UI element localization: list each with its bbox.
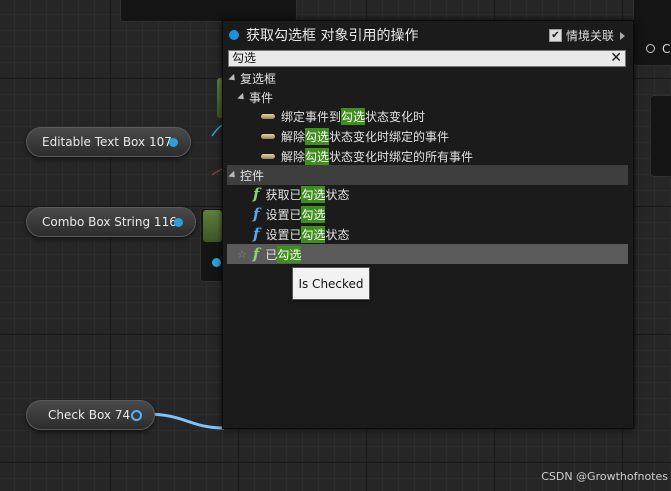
list-item-get-checked-state[interactable]: f 获取已 勾选 状态 xyxy=(253,184,350,204)
expand-arrow-icon[interactable] xyxy=(620,31,625,40)
tooltip: Is Checked xyxy=(292,267,370,300)
collapse-arrow-icon[interactable] xyxy=(237,92,247,102)
output-pin[interactable] xyxy=(131,410,142,421)
node-editable-text-box[interactable]: Editable Text Box 107 xyxy=(26,127,191,157)
event-icon xyxy=(261,133,275,139)
node-check-box-label: Check Box 74 xyxy=(48,408,131,422)
list-item-unbind-event[interactable]: 解除 勾选 状态变化时绑定的事件 xyxy=(261,126,449,146)
function-icon: f xyxy=(252,245,260,263)
output-pin[interactable] xyxy=(169,138,178,147)
list-item-bind-event[interactable]: 绑定事件到 勾选 状态变化时 xyxy=(261,106,425,126)
context-sensitive-checkbox[interactable]: ✔ xyxy=(548,29,562,42)
list-item-is-checked[interactable]: ☆ f 已勾选 xyxy=(227,244,628,264)
function-icon: f xyxy=(253,225,260,243)
context-action-menu: 获取勾选框 对象引用的操作 ✔ 情境关联 勾选 ✕ 复选框 事件 绑定事件到 勾选… xyxy=(222,20,634,429)
tree-subcategory-event[interactable]: 事件 xyxy=(237,87,274,107)
list-item-set-checked-state[interactable]: f 设置已 勾选 状态 xyxy=(253,224,350,244)
node-editable-text-box-label: Editable Text Box 107 xyxy=(42,135,172,149)
function-icon: f xyxy=(253,185,260,203)
subcategory-label: 事件 xyxy=(249,90,274,105)
node-combo-box-string[interactable]: Combo Box String 116 xyxy=(26,207,196,237)
list-item-set-is-checked[interactable]: f 设置已 勾选 xyxy=(253,204,326,224)
context-sensitive-label: 情境关联 xyxy=(565,29,614,43)
clear-search-icon[interactable]: ✕ xyxy=(610,50,622,67)
list-item-unbind-all-events[interactable]: 解除 勾选 状态变化时绑定的所有事件 xyxy=(261,146,473,166)
menu-title-text: 获取勾选框 对象引用的操作 xyxy=(246,28,419,44)
event-icon xyxy=(261,113,275,119)
search-input[interactable]: 勾选 ✕ xyxy=(228,50,626,67)
collapse-arrow-icon[interactable] xyxy=(228,170,238,180)
collapse-arrow-icon[interactable] xyxy=(228,73,238,83)
context-sensitive-toggle[interactable]: ✔ 情境关联 xyxy=(548,27,625,44)
node-check-box[interactable]: Check Box 74 xyxy=(26,400,155,430)
watermark: CSDN @Growthofnotes xyxy=(541,470,668,483)
output-pin[interactable] xyxy=(174,218,183,227)
category-label: 复选框 xyxy=(240,71,277,86)
menu-title: 获取勾选框 对象引用的操作 xyxy=(229,24,418,46)
favorite-star-icon[interactable]: ☆ xyxy=(237,248,247,261)
tree-category-checkbox[interactable]: 复选框 xyxy=(228,68,277,88)
object-reference-icon xyxy=(229,30,239,40)
node-combo-box-string-label: Combo Box String 116 xyxy=(42,215,177,229)
category-label: 控件 xyxy=(240,168,265,183)
function-icon: f xyxy=(253,205,260,223)
event-icon xyxy=(261,153,275,159)
search-input-value: 勾选 xyxy=(232,51,257,65)
tree-category-widget[interactable]: 控件 xyxy=(227,165,628,185)
